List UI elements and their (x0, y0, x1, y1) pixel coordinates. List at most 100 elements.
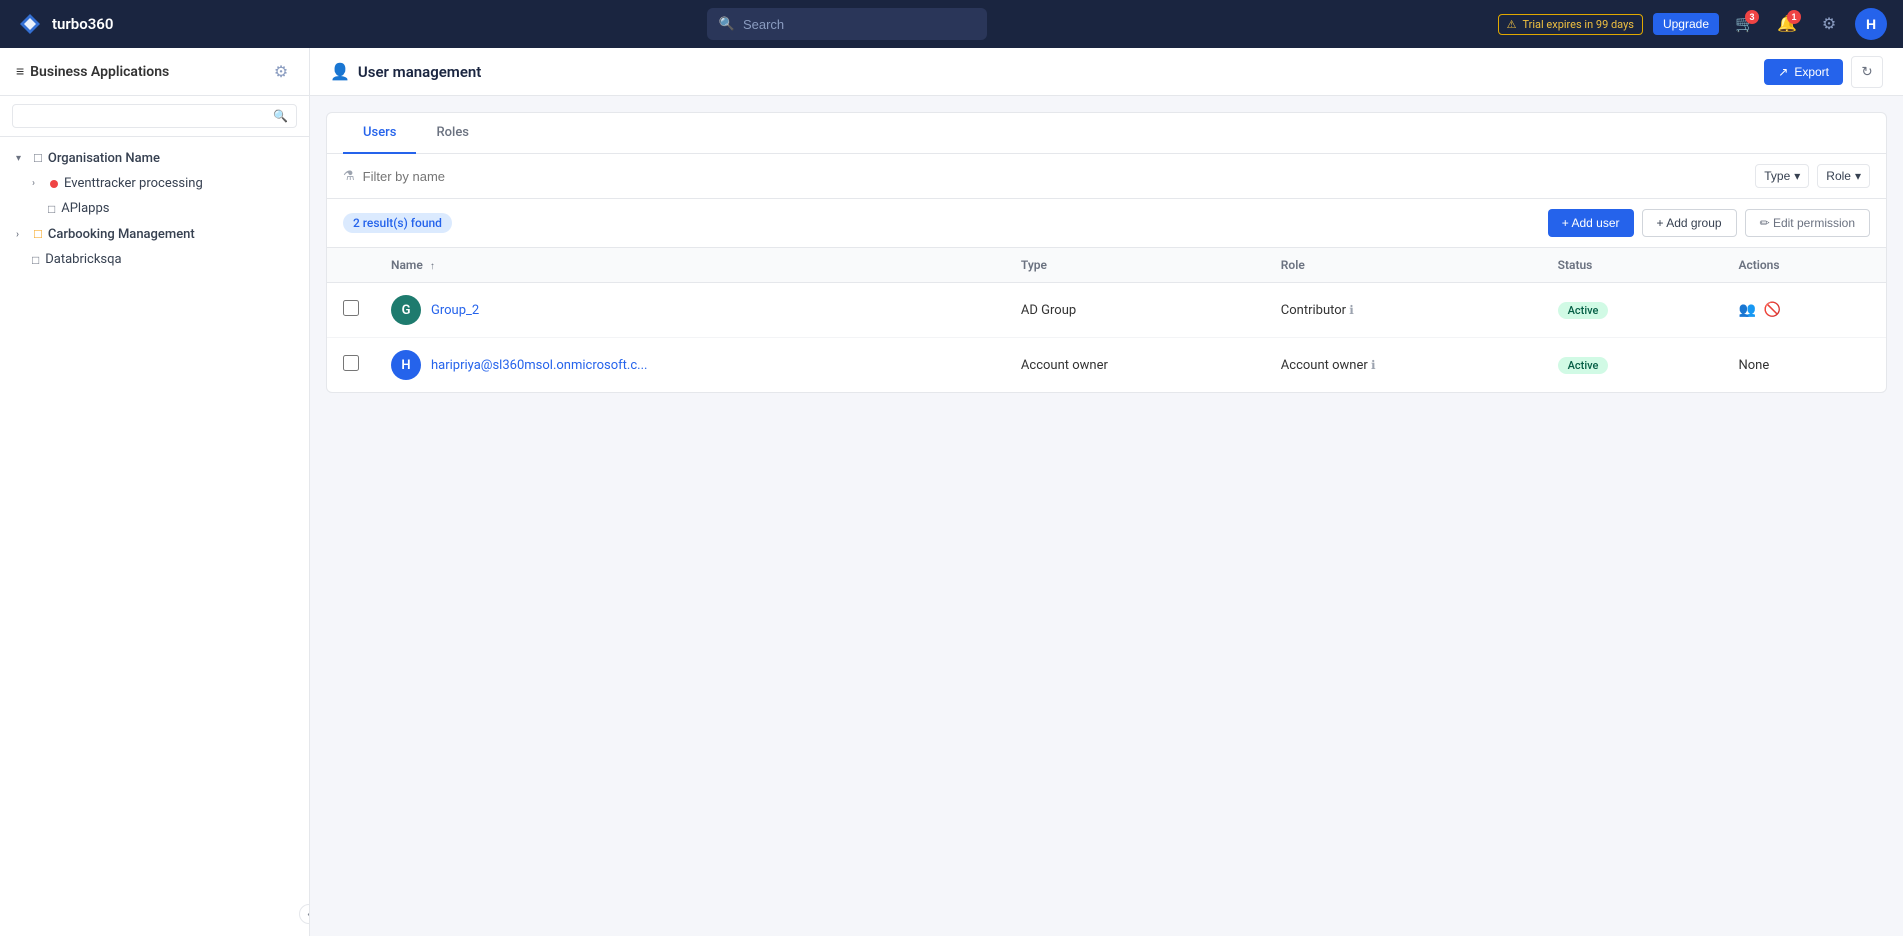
sidebar-search-area: 🔍 (0, 96, 309, 137)
toolbar: 2 result(s) found + Add user + Add group… (327, 199, 1886, 248)
upgrade-button[interactable]: Upgrade (1653, 13, 1719, 35)
row-checkbox[interactable] (343, 355, 359, 371)
chevron-down-icon: ▾ (16, 153, 28, 164)
app-name: turbo360 (52, 15, 113, 33)
cart-badge: 3 (1745, 10, 1759, 24)
user-name-link[interactable]: Group_2 (431, 303, 479, 318)
row-type-cell: Account owner (1005, 338, 1265, 393)
sidebar-search-input[interactable] (21, 109, 267, 123)
avatar: G (391, 295, 421, 325)
header-status: Status (1542, 248, 1723, 283)
sidebar-item-org[interactable]: ▾ □ Organisation Name (0, 145, 309, 171)
apps-icon: ≡ (16, 63, 24, 80)
sidebar: ≡ Business Applications ⚙ 🔍 ▾ □ Organisa… (0, 48, 310, 936)
filter-input-area: ⚗ (343, 169, 1743, 184)
warning-icon: ⚠ (1507, 18, 1517, 31)
user-management-icon: 👤 (330, 62, 350, 81)
user-name-link[interactable]: haripriya@sl360msol.onmicrosoft.c... (431, 358, 647, 373)
row-role-cell: Account owner ℹ (1265, 338, 1542, 393)
filter-bar: ⚗ Type ▾ Role ▾ (327, 154, 1886, 199)
folder-icon: □ (32, 253, 39, 267)
sidebar-item-label-eventtracker: Eventtracker processing (64, 176, 203, 191)
sidebar-item-carbooking[interactable]: › □ Carbooking Management (0, 221, 309, 247)
status-dot-red (50, 180, 58, 188)
alerts-button[interactable]: 🔔 1 (1771, 8, 1803, 40)
sidebar-item-eventtracker[interactable]: › Eventtracker processing (0, 171, 309, 196)
header-name[interactable]: Name ↑ (375, 248, 1005, 283)
chevron-right-icon: › (16, 229, 28, 240)
row-actions-cell: None (1722, 338, 1886, 393)
settings-button[interactable]: ⚙ (1813, 8, 1845, 40)
tabs-bar: Users Roles (327, 113, 1886, 154)
chevron-right-icon: › (32, 178, 44, 189)
sidebar-settings-button[interactable]: ⚙ (269, 60, 293, 84)
filter-icon: ⚗ (343, 169, 355, 184)
row-name-cell: H haripriya@sl360msol.onmicrosoft.c... (375, 338, 1005, 393)
status-badge: Active (1558, 302, 1609, 319)
filter-input[interactable] (363, 169, 1744, 184)
refresh-icon: ↻ (1861, 64, 1872, 80)
search-bar[interactable]: 🔍 (707, 8, 987, 40)
remove-user-icon[interactable]: 🚫 (1764, 302, 1781, 318)
chevron-down-icon: ▾ (1794, 169, 1800, 183)
row-checkbox[interactable] (343, 300, 359, 316)
manage-users-icon[interactable]: 👥 (1738, 302, 1755, 318)
sidebar-item-label-org: Organisation Name (48, 151, 160, 166)
refresh-button[interactable]: ↻ (1851, 56, 1883, 88)
row-status-cell: Active (1542, 283, 1723, 338)
row-name-cell: G Group_2 (375, 283, 1005, 338)
row-status-cell: Active (1542, 338, 1723, 393)
type-dropdown[interactable]: Type ▾ (1755, 164, 1809, 188)
alerts-badge: 1 (1787, 10, 1801, 24)
main-header-actions: ↗ Export ↻ (1764, 56, 1883, 88)
user-avatar-button[interactable]: H (1855, 8, 1887, 40)
sidebar-title: ≡ Business Applications (16, 63, 169, 80)
folder-orange-icon: □ (34, 226, 42, 242)
add-user-button[interactable]: + Add user (1548, 209, 1634, 237)
row-check-cell (327, 283, 375, 338)
topnav-actions: ⚠ Trial expires in 99 days Upgrade 🛒 3 🔔… (1498, 8, 1887, 40)
row-actions-cell: 👥 🚫 (1722, 283, 1886, 338)
info-icon[interactable]: ℹ (1371, 358, 1376, 372)
sidebar-item-aplapps[interactable]: □ APlapps (0, 196, 309, 221)
page-title: 👤 User management (330, 62, 481, 81)
sidebar-header: ≡ Business Applications ⚙ (0, 48, 309, 96)
notifications-cart-button[interactable]: 🛒 3 (1729, 8, 1761, 40)
main-header: 👤 User management ↗ Export ↻ (310, 48, 1903, 96)
header-type: Type (1005, 248, 1265, 283)
main-body: Users Roles ⚗ Type ▾ (310, 96, 1903, 936)
app-layout: ≡ Business Applications ⚙ 🔍 ▾ □ Organisa… (0, 48, 1903, 936)
search-icon: 🔍 (719, 17, 735, 32)
folder-icon: □ (48, 202, 55, 216)
app-logo[interactable]: turbo360 (16, 10, 196, 38)
sort-icon: ↑ (430, 261, 435, 272)
row-check-cell (327, 338, 375, 393)
table-header-row: Name ↑ Type Role Status Actions (327, 248, 1886, 283)
tab-roles[interactable]: Roles (416, 113, 489, 154)
top-navbar: turbo360 🔍 ⚠ Trial expires in 99 days Up… (0, 0, 1903, 48)
content-card: Users Roles ⚗ Type ▾ (326, 112, 1887, 393)
trial-badge: ⚠ Trial expires in 99 days (1498, 14, 1643, 35)
header-actions: Actions (1722, 248, 1886, 283)
gear-icon: ⚙ (1822, 14, 1836, 34)
sidebar-item-databricksqa[interactable]: □ Databricksqa (0, 247, 309, 272)
info-icon[interactable]: ℹ (1349, 303, 1354, 317)
export-button[interactable]: ↗ Export (1764, 59, 1843, 85)
sidebar-nav: ▾ □ Organisation Name › Eventtracker pro… (0, 137, 309, 936)
table-row: H haripriya@sl360msol.onmicrosoft.c... A… (327, 338, 1886, 393)
role-dropdown[interactable]: Role ▾ (1817, 164, 1870, 188)
row-role-cell: Contributor ℹ (1265, 283, 1542, 338)
search-input[interactable] (743, 17, 975, 32)
search-area: 🔍 (208, 8, 1486, 40)
header-check (327, 248, 375, 283)
export-icon: ↗ (1778, 65, 1788, 79)
table-row: G Group_2 AD Group Contributor ℹ (327, 283, 1886, 338)
filter-dropdowns: Type ▾ Role ▾ (1755, 164, 1870, 188)
status-badge: Active (1558, 357, 1609, 374)
add-group-button[interactable]: + Add group (1642, 209, 1737, 237)
tab-users[interactable]: Users (343, 113, 416, 154)
sidebar-search-bar[interactable]: 🔍 (12, 104, 297, 128)
toolbar-actions: + Add user + Add group ✏ Edit permission (1548, 209, 1870, 237)
chevron-left-icon: ‹ (307, 909, 310, 920)
edit-permission-button[interactable]: ✏ Edit permission (1745, 209, 1870, 237)
